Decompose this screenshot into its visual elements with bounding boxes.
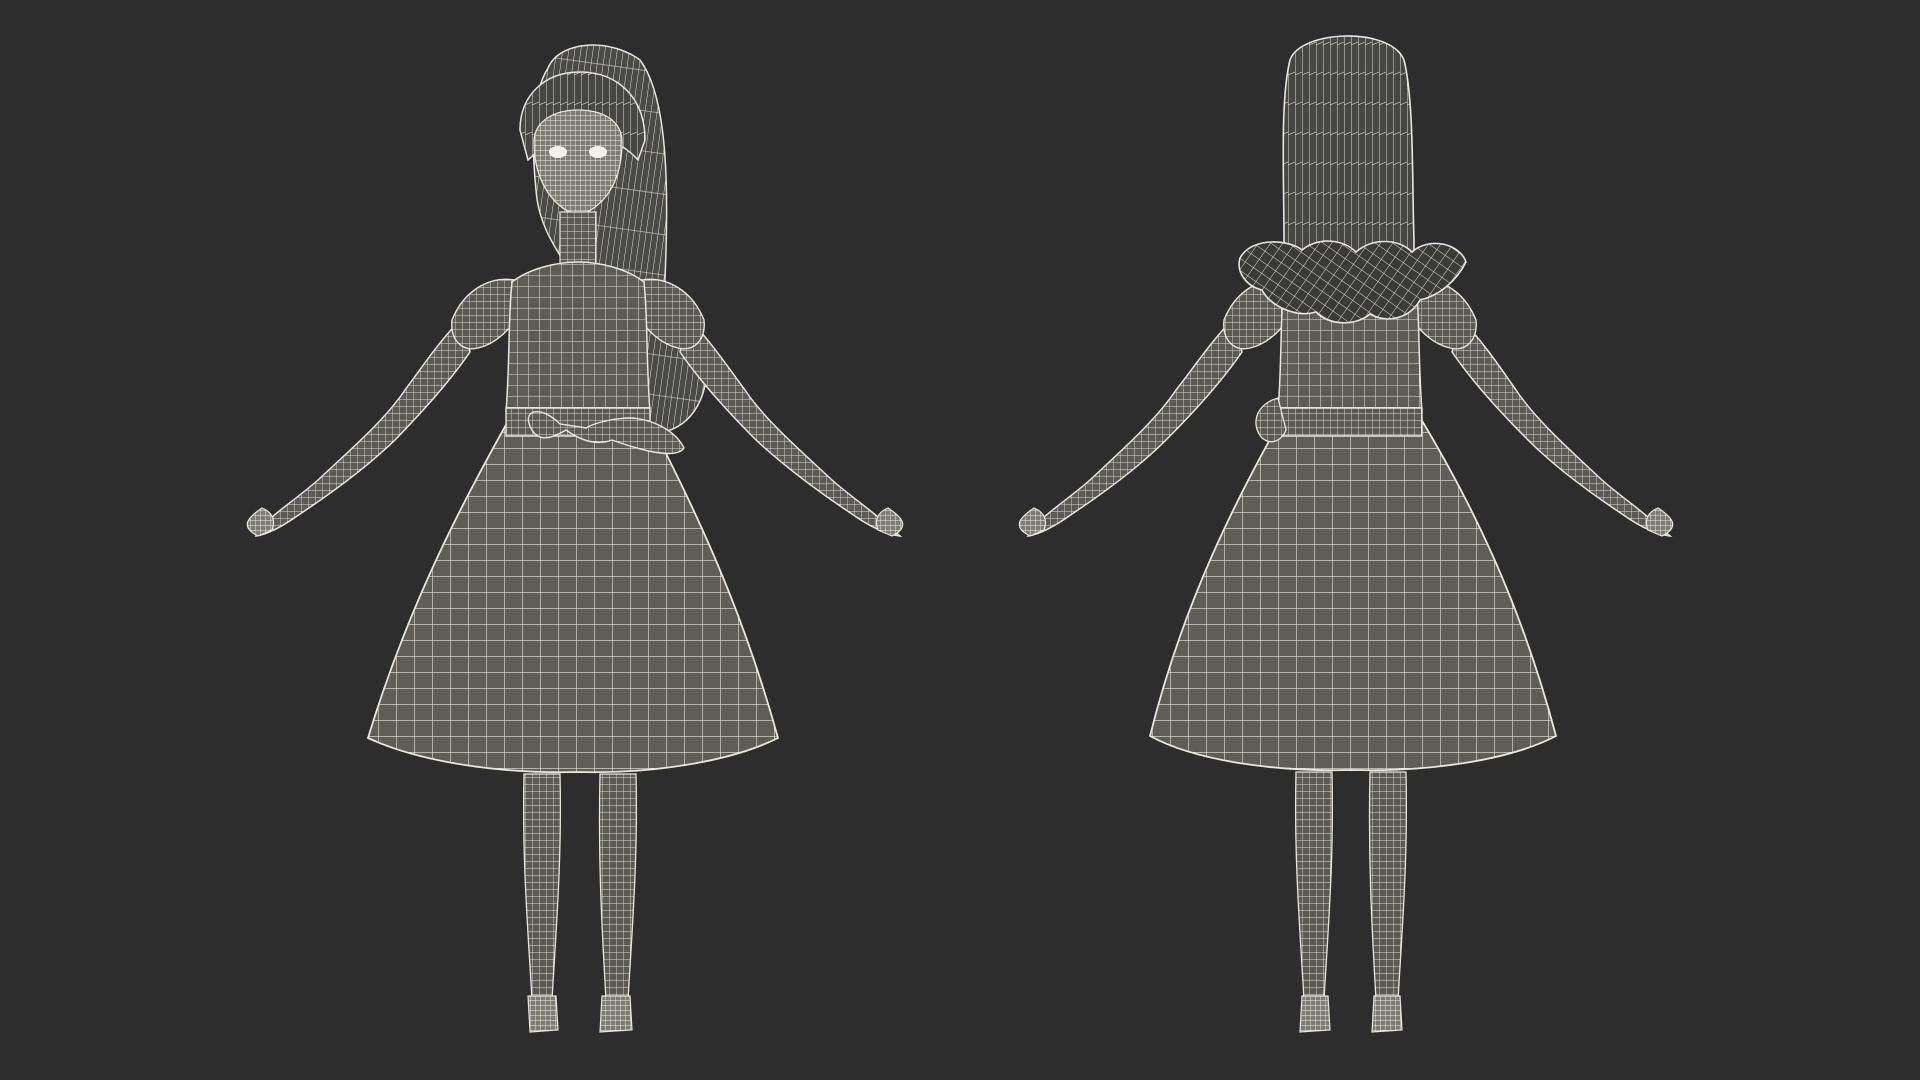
back-waistband [1277,407,1423,437]
front-skirt [366,413,780,774]
render-canvas [246,35,1674,1033]
front-right-shoe [599,995,633,1033]
wireframe-render-viewport [0,0,1920,1080]
front-right-leg [598,773,638,1001]
back-left-arm [1026,316,1243,537]
figure-front [246,44,904,1033]
figure-back [1018,35,1674,1033]
front-right-hand [875,507,904,537]
front-right-eye [589,146,607,158]
back-right-hand [1645,507,1674,537]
front-bodice [505,261,651,413]
back-skirt [1148,413,1558,772]
back-right-leg [1368,771,1408,1001]
front-left-sleeve [451,278,519,350]
back-left-leg [1294,771,1334,1001]
front-left-leg [522,773,562,1001]
back-right-arm [1451,316,1673,538]
back-left-shoe [1299,995,1331,1033]
front-neck [559,211,597,269]
front-left-eye [549,146,567,158]
front-right-arm [679,316,903,538]
front-left-arm [254,316,471,537]
back-right-shoe [1371,995,1403,1033]
front-left-shoe [527,995,559,1033]
